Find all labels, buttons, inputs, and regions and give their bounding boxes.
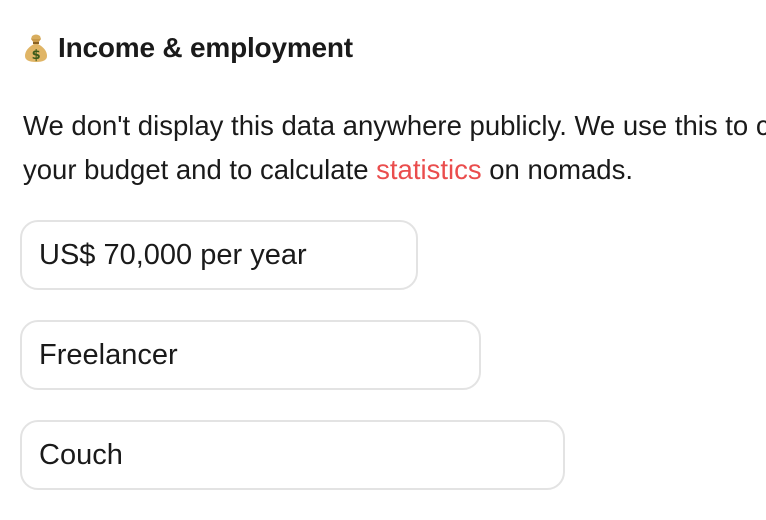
employment-value: Freelancer: [39, 338, 178, 371]
description-line-2: your budget and to calculate statistics …: [23, 148, 766, 192]
privacy-description: We don't display this data anywhere publ…: [23, 104, 766, 192]
svg-text:$: $: [32, 48, 41, 63]
description-text: your budget and to calculate: [23, 154, 377, 185]
description-line-1: We don't display this data anywhere publ…: [23, 110, 766, 141]
description-text: on nomads.: [481, 154, 633, 185]
section-title: Income & employment: [58, 32, 353, 63]
employment-select[interactable]: Freelancer: [20, 320, 481, 390]
section-heading: $ Income & employment: [23, 32, 353, 64]
income-value: US$ 70,000 per year: [39, 238, 307, 271]
income-select[interactable]: US$ 70,000 per year: [20, 220, 418, 290]
housing-value: Couch: [39, 438, 123, 471]
statistics-link[interactable]: statistics: [376, 154, 481, 185]
money-bag-icon: $: [25, 34, 47, 63]
income-employment-section: $ Income & employment We don't display t…: [0, 0, 766, 520]
housing-select[interactable]: Couch: [20, 420, 565, 490]
